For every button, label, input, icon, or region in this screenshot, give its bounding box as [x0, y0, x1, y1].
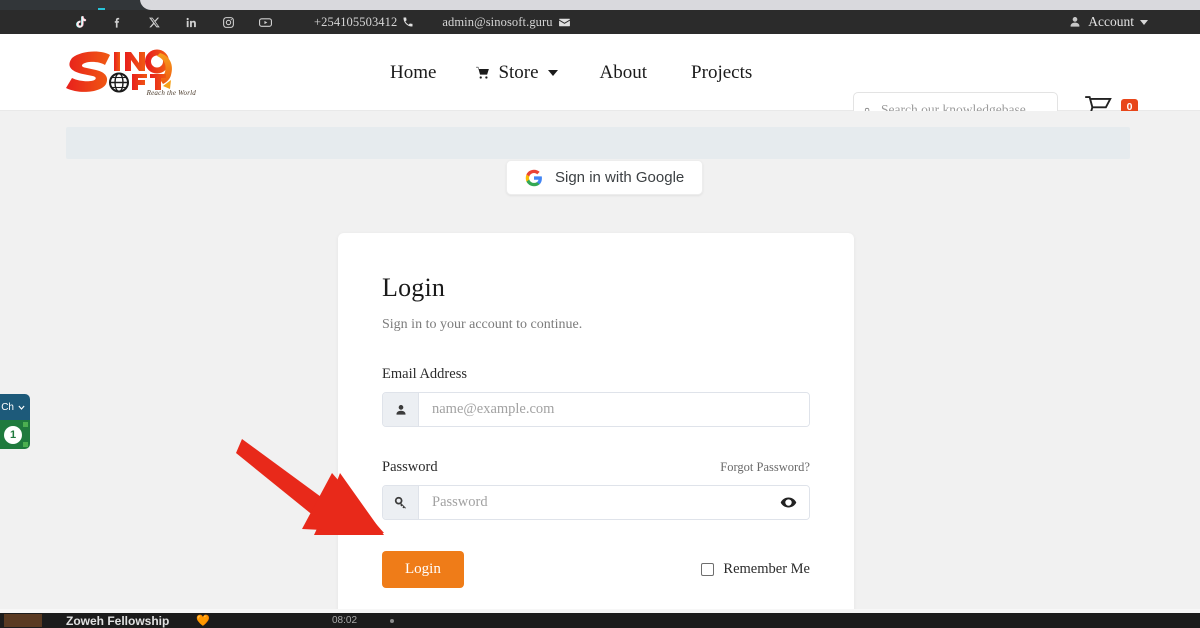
youtube-icon[interactable]	[247, 10, 284, 34]
contact-info: +254105503412 admin@sinosoft.guru	[314, 15, 571, 30]
browser-url-bar[interactable]	[140, 0, 1200, 10]
browser-screen: +254105503412 admin@sinosoft.guru Accoun…	[0, 0, 1200, 628]
linkedin-icon[interactable]	[173, 10, 210, 34]
nav-label-home: Home	[390, 61, 437, 83]
google-g-icon	[525, 169, 542, 186]
eye-icon	[780, 497, 796, 508]
chat-widget-label: Ch	[1, 401, 14, 413]
account-menu[interactable]: Account	[1068, 10, 1148, 34]
toggle-password-visibility-button[interactable]	[767, 486, 809, 519]
password-input[interactable]	[419, 486, 767, 519]
social-links	[62, 10, 284, 34]
email-address: admin@sinosoft.guru	[442, 14, 553, 29]
chat-unread-badge: 1	[4, 425, 22, 444]
chat-widget-body[interactable]: 1	[0, 420, 30, 449]
login-subtitle: Sign in to your account to continue.	[382, 317, 583, 332]
user-icon	[1070, 17, 1080, 27]
facebook-icon[interactable]	[99, 10, 136, 34]
phone-number: +254105503412	[314, 14, 398, 29]
google-button-label: Sign in with Google	[555, 169, 685, 186]
remember-me-checkbox[interactable]	[701, 563, 715, 576]
nav-label-about: About	[599, 61, 648, 83]
chat-widget[interactable]: Ch 1	[0, 394, 30, 449]
sign-in-with-google-button[interactable]: Sign in with Google	[506, 160, 704, 195]
site-logo[interactable]: Reach the World	[62, 44, 196, 100]
login-card: Login Sign in to your account to continu…	[338, 233, 854, 618]
mail-icon	[558, 18, 570, 26]
page-title: Login	[382, 273, 446, 302]
key-icon	[383, 486, 419, 519]
account-label: Account	[1088, 14, 1134, 29]
chevron-down-icon	[1140, 19, 1148, 25]
nav-label-store: Store	[498, 61, 539, 83]
cart-icon	[476, 66, 490, 79]
password-input-group[interactable]	[382, 485, 810, 520]
nav-item-home[interactable]: Home	[390, 62, 474, 84]
nav-item-about[interactable]: About	[600, 62, 692, 84]
notice-banner	[66, 127, 1130, 159]
main-navigation: Home Store About Projects	[390, 34, 790, 111]
taskbar-emoji-icon: 🧡	[196, 615, 210, 627]
chat-corner-decoration	[23, 442, 28, 447]
page-body: Sign in with Google Login Sign in to you…	[0, 111, 1200, 618]
phone-item[interactable]: +254105503412	[314, 15, 414, 30]
email-item[interactable]: admin@sinosoft.guru	[442, 15, 570, 30]
chat-corner-decoration	[23, 422, 28, 427]
nav-item-store[interactable]: Store	[474, 62, 599, 84]
phone-icon	[403, 17, 413, 27]
chat-widget-header[interactable]: Ch	[0, 394, 30, 420]
forgot-password-link[interactable]: Forgot Password?	[720, 460, 810, 475]
taskbar-time: 08:02	[332, 615, 358, 626]
browser-chrome-strip	[0, 0, 1200, 11]
login-submit-button[interactable]: Login	[382, 551, 464, 588]
user-icon	[383, 393, 419, 426]
instagram-icon[interactable]	[210, 10, 247, 34]
tiktok-icon[interactable]	[62, 10, 99, 34]
site-header: Reach the World Home Store About Project…	[0, 34, 1200, 128]
x-twitter-icon[interactable]	[136, 10, 173, 34]
nav-label-projects: Projects	[691, 61, 753, 83]
password-label: Password	[382, 459, 438, 475]
taskbar-status-dot	[390, 619, 394, 623]
remember-me-label: Remember Me	[723, 561, 810, 577]
logo-tagline: Reach the World	[146, 89, 196, 97]
email-label: Email Address	[382, 366, 467, 382]
email-input[interactable]	[419, 393, 809, 426]
chevron-down-icon	[18, 405, 25, 410]
taskbar-title: Zoweh Fellowship	[66, 614, 170, 628]
top-utility-bar: +254105503412 admin@sinosoft.guru Accoun…	[0, 10, 1200, 34]
email-input-group[interactable]	[382, 392, 810, 427]
chevron-down-icon	[547, 69, 558, 76]
bottom-taskbar: Zoweh Fellowship 🧡 08:02	[0, 613, 1200, 628]
nav-item-projects[interactable]: Projects	[691, 62, 790, 84]
taskbar-thumbnail	[4, 614, 42, 627]
remember-me-row[interactable]: Remember Me	[701, 561, 810, 578]
